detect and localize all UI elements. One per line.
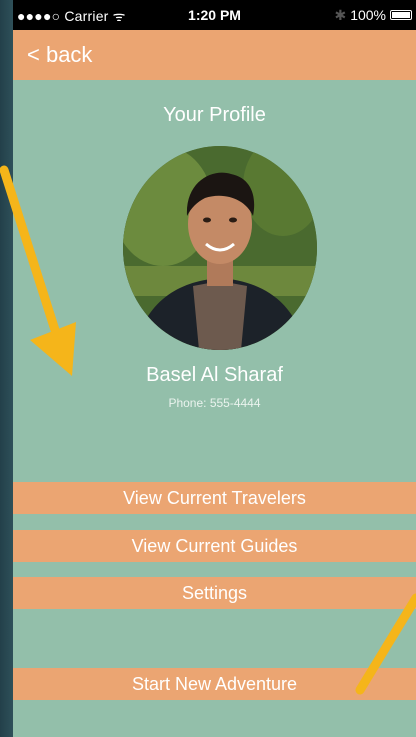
profile-phone: Phone: 555-4444	[168, 396, 261, 410]
start-adventure-button[interactable]: Start New Adventure	[13, 668, 416, 700]
page-title: Your Profile	[163, 104, 266, 126]
profile-photo	[123, 146, 317, 350]
battery-icon	[390, 10, 412, 20]
left-edge-strip	[0, 0, 13, 737]
battery-label: 100%	[350, 7, 386, 23]
battery-percent: ✱ 100%	[334, 7, 386, 24]
settings-button[interactable]: Settings	[13, 577, 416, 609]
status-bar: ●●●●○ Carrier ᯤ 1:20 PM ✱ 100%	[13, 0, 416, 30]
nav-bar: < back	[13, 30, 416, 80]
app-screen: ●●●●○ Carrier ᯤ 1:20 PM ✱ 100% < back You…	[13, 0, 416, 737]
view-travelers-button[interactable]: View Current Travelers	[13, 482, 416, 514]
view-guides-button[interactable]: View Current Guides	[13, 530, 416, 562]
profile-name: Basel Al Sharaf	[146, 364, 283, 386]
bluetooth-icon: ✱	[334, 7, 347, 23]
back-button[interactable]: < back	[27, 42, 92, 68]
